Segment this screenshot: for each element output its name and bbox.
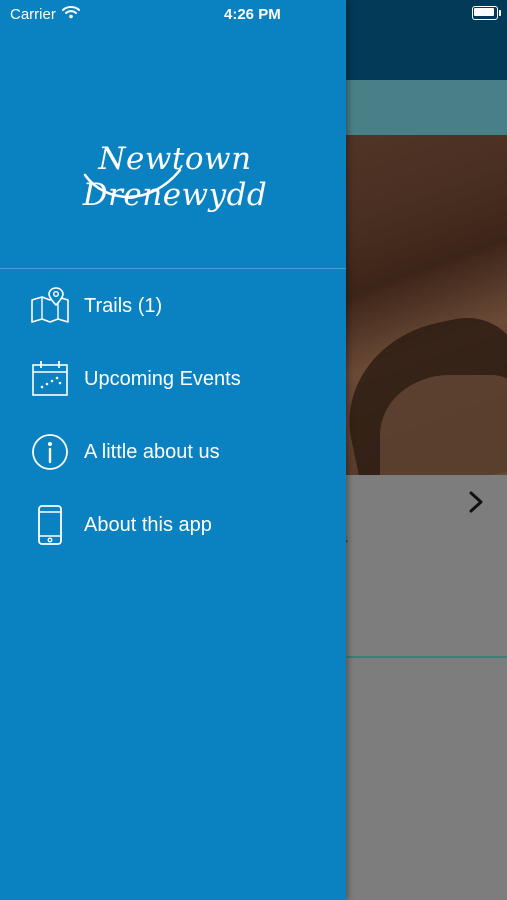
menu-item-about-us[interactable]: A little about us xyxy=(0,416,346,489)
drawer-divider xyxy=(0,268,346,269)
wifi-icon xyxy=(62,6,80,19)
drawer-menu: Trails (1) Upcoming Events A little abou… xyxy=(0,270,346,562)
menu-item-upcoming-events[interactable]: Upcoming Events xyxy=(0,343,346,416)
carrier-label: Carrier xyxy=(10,6,56,23)
menu-item-label: Upcoming Events xyxy=(84,368,241,390)
menu-item-trails[interactable]: Trails (1) xyxy=(0,270,346,343)
menu-item-label: About this app xyxy=(84,514,212,536)
calendar-icon xyxy=(32,361,68,396)
logo-swash-icon xyxy=(83,168,182,199)
battery-level xyxy=(474,8,494,16)
menu-item-label: A little about us xyxy=(84,441,220,463)
menu-item-about-app[interactable]: About this app xyxy=(0,489,346,562)
chevron-right-icon xyxy=(469,491,483,513)
newtown-logo: Newtown Drenewydd xyxy=(10,135,340,213)
info-icon xyxy=(32,434,68,470)
phone-icon xyxy=(38,505,62,545)
side-drawer: Newtown Drenewydd Trails (1) Upcoming Ev… xyxy=(0,0,346,900)
map-pin-icon xyxy=(31,287,69,323)
menu-item-label: Trails (1) xyxy=(84,295,163,317)
battery-icon xyxy=(472,6,501,20)
status-time: 4:26 PM xyxy=(224,6,281,23)
status-bar: Carrier 4:26 PM xyxy=(0,0,507,28)
